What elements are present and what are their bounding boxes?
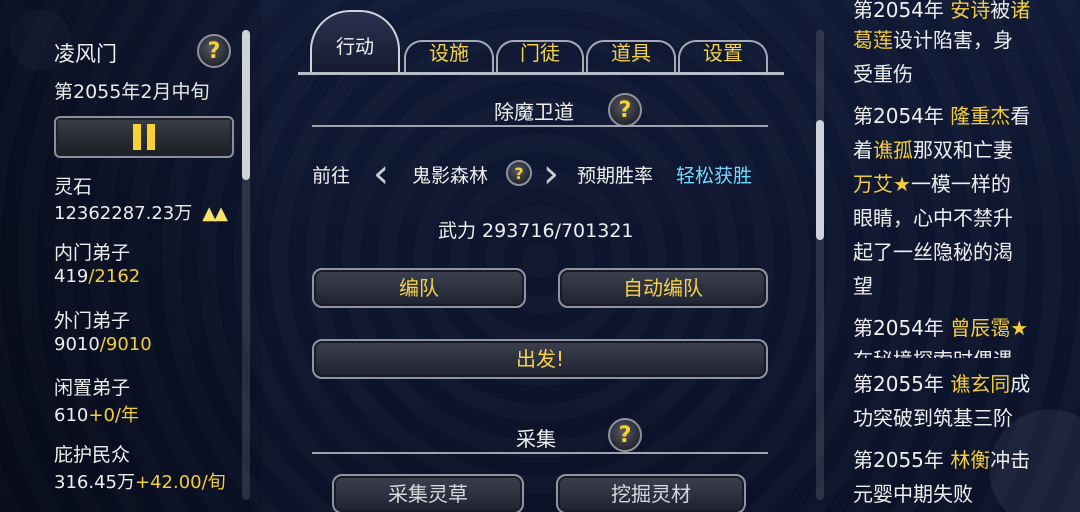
goto-label: 前往 bbox=[312, 165, 351, 187]
stat-label-protected-people: 庇护民众 bbox=[54, 444, 131, 466]
location-name: 鬼影森林 bbox=[412, 165, 489, 187]
dig-materials-button[interactable]: 挖掘灵材 bbox=[556, 474, 746, 512]
mission-divider bbox=[312, 125, 768, 127]
pause-button[interactable] bbox=[54, 116, 234, 158]
center-scrollbar[interactable] bbox=[816, 30, 824, 500]
log-line-clipped: 在秘境探索时偶遇 bbox=[853, 344, 1013, 358]
idle-disciples-count: 610 bbox=[54, 405, 89, 426]
center-scrollbar-thumb[interactable] bbox=[816, 120, 824, 240]
inner-disciples-count: 419 bbox=[54, 266, 89, 287]
prev-location-button[interactable]: ‹ bbox=[366, 152, 396, 196]
log-line: 望 bbox=[853, 274, 873, 298]
stat-value-inner-disciples: 419/2162 bbox=[54, 266, 140, 287]
sect-status-panel: 凌风门 ? 第2055年2月中旬 灵石 12362287.23万 ▲▲ 内门弟子 … bbox=[0, 0, 262, 512]
tab-items[interactable]: 道具 bbox=[586, 32, 676, 74]
outer-disciples-count: 9010 bbox=[54, 334, 100, 355]
tab-facilities[interactable]: 设施 bbox=[404, 32, 494, 74]
win-rate-label: 预期胜率 bbox=[577, 165, 654, 187]
protected-people-count: 316.45万 bbox=[54, 472, 135, 493]
power-readout: 武力 293716/701321 bbox=[438, 220, 634, 242]
stat-value-spirit-stone: 12362287.23万 ▲▲ bbox=[54, 199, 228, 225]
auto-formation-button[interactable]: 自动编队 bbox=[558, 268, 768, 308]
left-scrollbar[interactable] bbox=[242, 30, 250, 500]
tab-action[interactable]: 行动 bbox=[310, 10, 400, 74]
gather-divider bbox=[312, 452, 768, 454]
location-help-icon[interactable]: ? bbox=[506, 160, 532, 186]
chevron-right-icon: › bbox=[543, 151, 559, 197]
action-panel: 行动 设施 门徒 道具 设置 除魔卫道 ? 前往 ‹ 鬼影森林 ? › 预期胜率… bbox=[296, 0, 786, 512]
log-line: 第2055年 林衡冲击 bbox=[853, 448, 1031, 472]
tab-disciples[interactable]: 门徒 bbox=[496, 32, 584, 74]
protected-people-rate: +42.00/旬 bbox=[134, 472, 226, 493]
log-line: 功突破到筑基三阶 bbox=[853, 406, 1013, 430]
outer-disciples-cap: /9010 bbox=[99, 334, 152, 355]
stat-value-protected-people: 316.45万+42.00/旬 bbox=[54, 468, 226, 494]
game-date: 第2055年2月中旬 bbox=[54, 81, 210, 103]
stat-value-outer-disciples: 9010/9010 bbox=[54, 334, 152, 355]
gather-help-icon[interactable]: ? bbox=[608, 418, 642, 452]
log-line: 受重伤 bbox=[853, 62, 913, 86]
formation-button[interactable]: 编队 bbox=[312, 268, 526, 308]
inner-disciples-cap: /2162 bbox=[88, 266, 141, 287]
log-line: 眼睛，心中不禁升 bbox=[853, 206, 1013, 230]
left-scrollbar-thumb[interactable] bbox=[242, 30, 250, 180]
pause-icon bbox=[133, 124, 155, 150]
up-arrows-icon: ▲▲ bbox=[202, 203, 228, 224]
spirit-stone-amount: 12362287.23万 bbox=[54, 203, 193, 224]
event-log: 第2054年 安诗被诸 葛莲设计陷害，身 受重伤 第2054年 隆重杰看 着谯孤… bbox=[838, 0, 1080, 512]
log-line: 万艾★一模一样的 bbox=[853, 172, 1011, 196]
tab-settings[interactable]: 设置 bbox=[678, 32, 768, 74]
log-line: 第2055年 谯玄同成 bbox=[853, 372, 1031, 396]
log-line: 起了一丝隐秘的渴 bbox=[853, 240, 1013, 264]
stat-label-outer-disciples: 外门弟子 bbox=[54, 310, 131, 332]
idle-disciples-rate: +0/年 bbox=[88, 405, 139, 426]
log-line: 第2054年 安诗被诸 bbox=[853, 0, 1031, 22]
next-location-button[interactable]: › bbox=[536, 152, 566, 196]
log-line: 着谯孤那双和亡妻 bbox=[853, 138, 1013, 162]
win-rate-value: 轻松获胜 bbox=[676, 165, 753, 187]
gather-title: 采集 bbox=[516, 427, 556, 451]
depart-button[interactable]: 出发! bbox=[312, 339, 768, 379]
log-line: 第2054年 曾辰霭★ bbox=[853, 316, 1029, 340]
mission-title: 除魔卫道 bbox=[494, 100, 574, 124]
stat-label-spirit-stone: 灵石 bbox=[54, 176, 93, 198]
sect-name: 凌风门 bbox=[54, 42, 117, 66]
tabs-divider bbox=[298, 72, 784, 75]
log-line: 葛莲设计陷害，身 bbox=[853, 28, 1013, 52]
mission-help-icon[interactable]: ? bbox=[608, 93, 642, 127]
chevron-left-icon: ‹ bbox=[373, 151, 389, 197]
log-line: 第2054年 隆重杰看 bbox=[853, 104, 1031, 128]
sect-help-icon[interactable]: ? bbox=[197, 34, 231, 68]
stat-label-inner-disciples: 内门弟子 bbox=[54, 242, 131, 264]
stat-value-idle-disciples: 610+0/年 bbox=[54, 401, 139, 427]
stat-label-idle-disciples: 闲置弟子 bbox=[54, 377, 131, 399]
gather-herbs-button[interactable]: 采集灵草 bbox=[332, 474, 524, 512]
log-line: 元婴中期失败 bbox=[853, 482, 973, 506]
